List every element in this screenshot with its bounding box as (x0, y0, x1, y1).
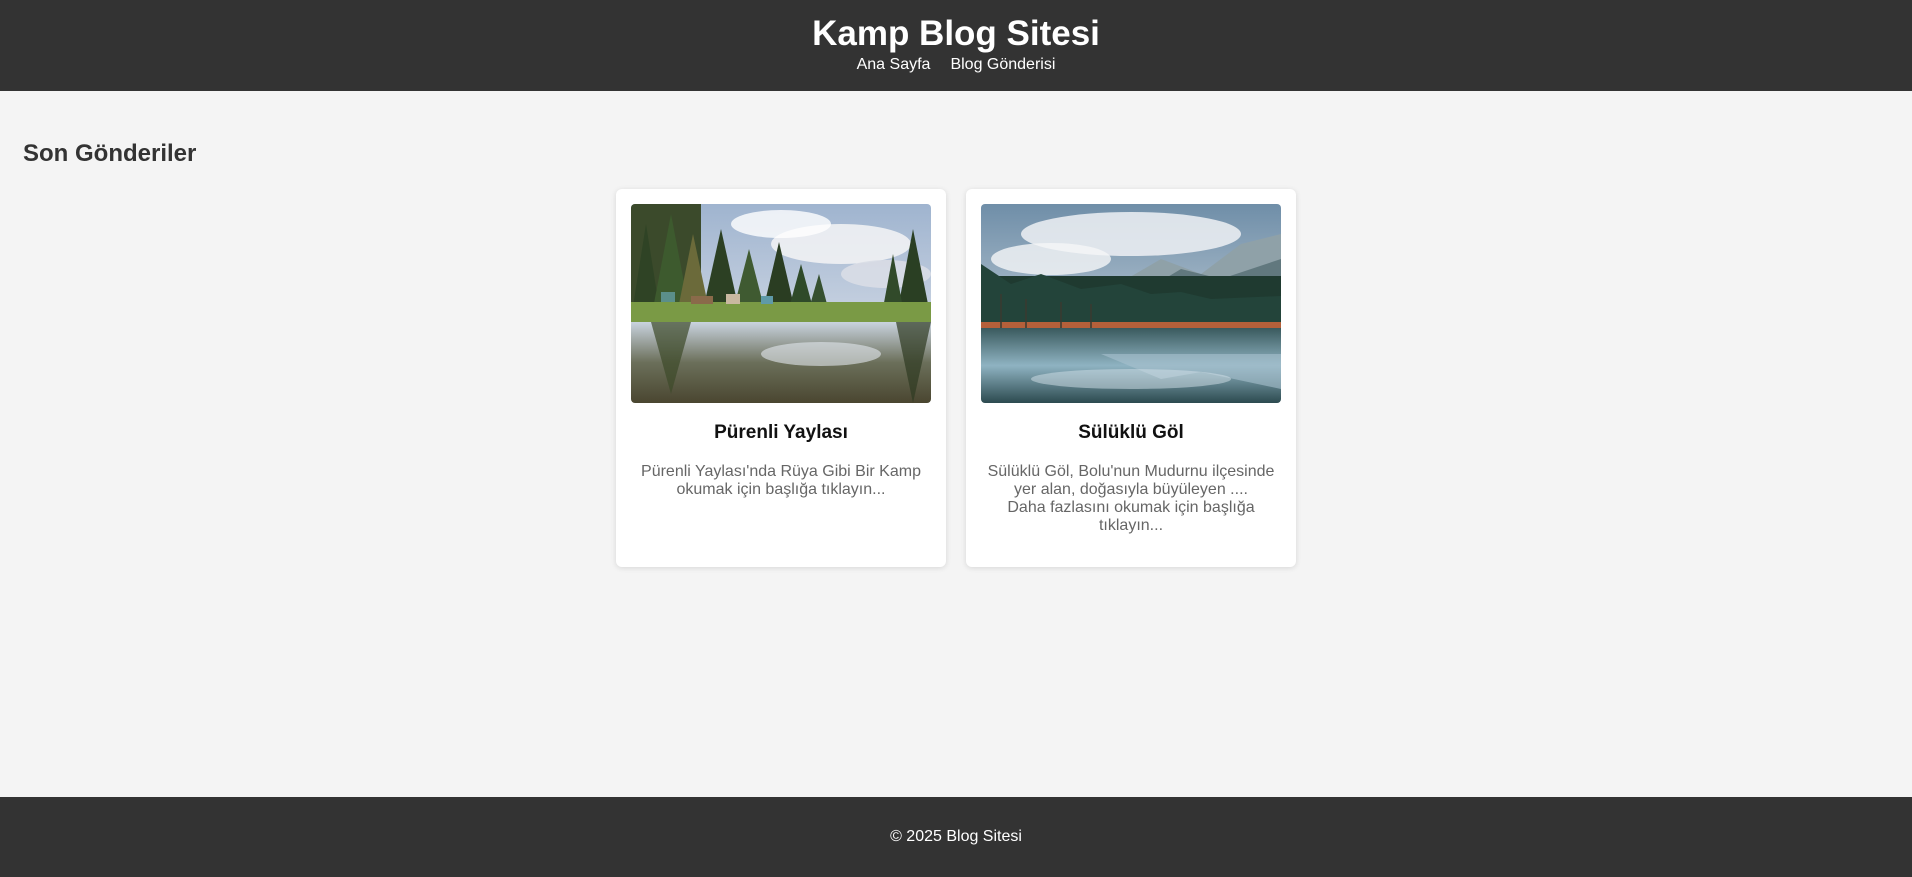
post-excerpt-line: Sülüklü Göl, Bolu'nun Mudurnu ilçesinde (987, 463, 1275, 480)
post-title-suluklu[interactable]: Sülüklü Göl (981, 422, 1281, 444)
post-excerpt-line: Daha fazlasını okumak için başlığa (1007, 499, 1255, 516)
footer-copyright: © 2025 Blog Sitesi (890, 828, 1022, 845)
post-excerpt-line: tıklayın... (1098, 517, 1164, 534)
post-title-purenli[interactable]: Pürenli Yaylası (631, 422, 931, 444)
post-excerpt-purenli: Pürenli Yaylası'nda Rüya Gibi Bir Kamp o… (631, 463, 931, 499)
post-card-suluklu: Sülüklü Göl Sülüklü Göl, Bolu'nun Mudurn… (966, 189, 1296, 567)
post-excerpt-line: Pürenli Yaylası'nda Rüya Gibi Bir Kamp (641, 463, 921, 480)
post-list: Pürenli Yaylası Pürenli Yaylası'nda Rüya… (0, 189, 1912, 567)
post-card-purenli: Pürenli Yaylası Pürenli Yaylası'nda Rüya… (616, 189, 946, 567)
nav-link-home[interactable]: Ana Sayfa (857, 55, 931, 75)
nav-link-blog-post[interactable]: Blog Gönderisi (950, 55, 1055, 75)
site-footer: © 2025 Blog Sitesi (0, 797, 1912, 877)
section-title: Son Gönderiler (23, 140, 197, 167)
post-image-purenli[interactable] (631, 204, 931, 403)
post-excerpt-suluklu: Sülüklü Göl, Bolu'nun Mudurnu ilçesinde … (981, 463, 1281, 535)
site-header: Kamp Blog Sitesi Ana Sayfa Blog Gönderis… (0, 0, 1912, 91)
post-image-suluklu[interactable] (981, 204, 1281, 403)
main-nav: Ana Sayfa Blog Gönderisi (0, 55, 1912, 75)
post-excerpt-line: okumak için başlığa tıklayın... (676, 481, 886, 498)
post-excerpt-line: yer alan, doğasıyla büyüleyen .... (1014, 481, 1248, 498)
site-title: Kamp Blog Sitesi (812, 14, 1100, 53)
